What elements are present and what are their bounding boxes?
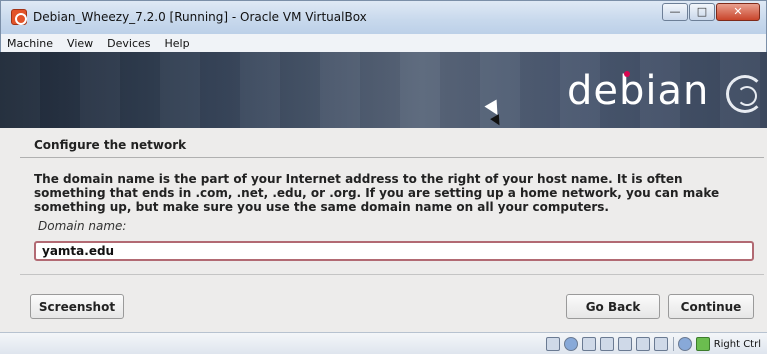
video-capture-icon[interactable]: [653, 337, 668, 351]
maximize-icon: □: [696, 5, 708, 18]
go-back-button[interactable]: Go Back: [566, 294, 660, 319]
device-tray: Right Ctrl: [542, 336, 761, 352]
installer-panel: Configure the network The domain name is…: [0, 128, 767, 332]
section-title: Configure the network: [20, 136, 764, 158]
virtualbox-icon: [11, 9, 27, 25]
keyboard-capture-icon[interactable]: [695, 337, 710, 351]
usb-icon[interactable]: [581, 337, 596, 351]
menu-bar: Machine View Devices Help: [0, 34, 767, 52]
debian-logo-dot: [624, 71, 630, 77]
mouse-integration-icon[interactable]: [677, 337, 692, 351]
minimize-icon: —: [669, 5, 681, 18]
display-icon[interactable]: [635, 337, 650, 351]
window-controls: — □ ✕: [661, 3, 760, 21]
debian-swirl-icon: [726, 75, 764, 113]
host-key-label: Right Ctrl: [713, 338, 761, 350]
network-icon[interactable]: [599, 337, 614, 351]
screenshot-button[interactable]: Screenshot: [30, 294, 124, 319]
optical-drive-icon[interactable]: [563, 337, 578, 351]
tray-divider: [672, 337, 674, 351]
window-title: Debian_Wheezy_7.2.0 [Running] - Oracle V…: [33, 10, 367, 24]
window-title-bar: Debian_Wheezy_7.2.0 [Running] - Oracle V…: [0, 0, 767, 34]
domain-name-label: Domain name:: [38, 219, 127, 233]
menu-help[interactable]: Help: [165, 37, 190, 50]
debian-banner: debian: [0, 52, 767, 128]
shared-folder-icon[interactable]: [617, 337, 632, 351]
continue-button[interactable]: Continue: [668, 294, 754, 319]
debian-logo: debian: [567, 68, 710, 114]
close-icon: ✕: [733, 5, 743, 18]
menu-view[interactable]: View: [67, 37, 93, 50]
domain-description: The domain name is the part of your Inte…: [34, 172, 720, 214]
menu-devices[interactable]: Devices: [107, 37, 150, 50]
status-bar: Right Ctrl: [0, 332, 767, 354]
menu-machine[interactable]: Machine: [7, 37, 53, 50]
hard-disk-icon[interactable]: [545, 337, 560, 351]
minimize-button[interactable]: —: [662, 3, 688, 21]
close-button[interactable]: ✕: [716, 3, 760, 21]
maximize-button[interactable]: □: [689, 3, 715, 21]
domain-name-input[interactable]: [34, 241, 754, 261]
button-divider: [20, 274, 764, 275]
